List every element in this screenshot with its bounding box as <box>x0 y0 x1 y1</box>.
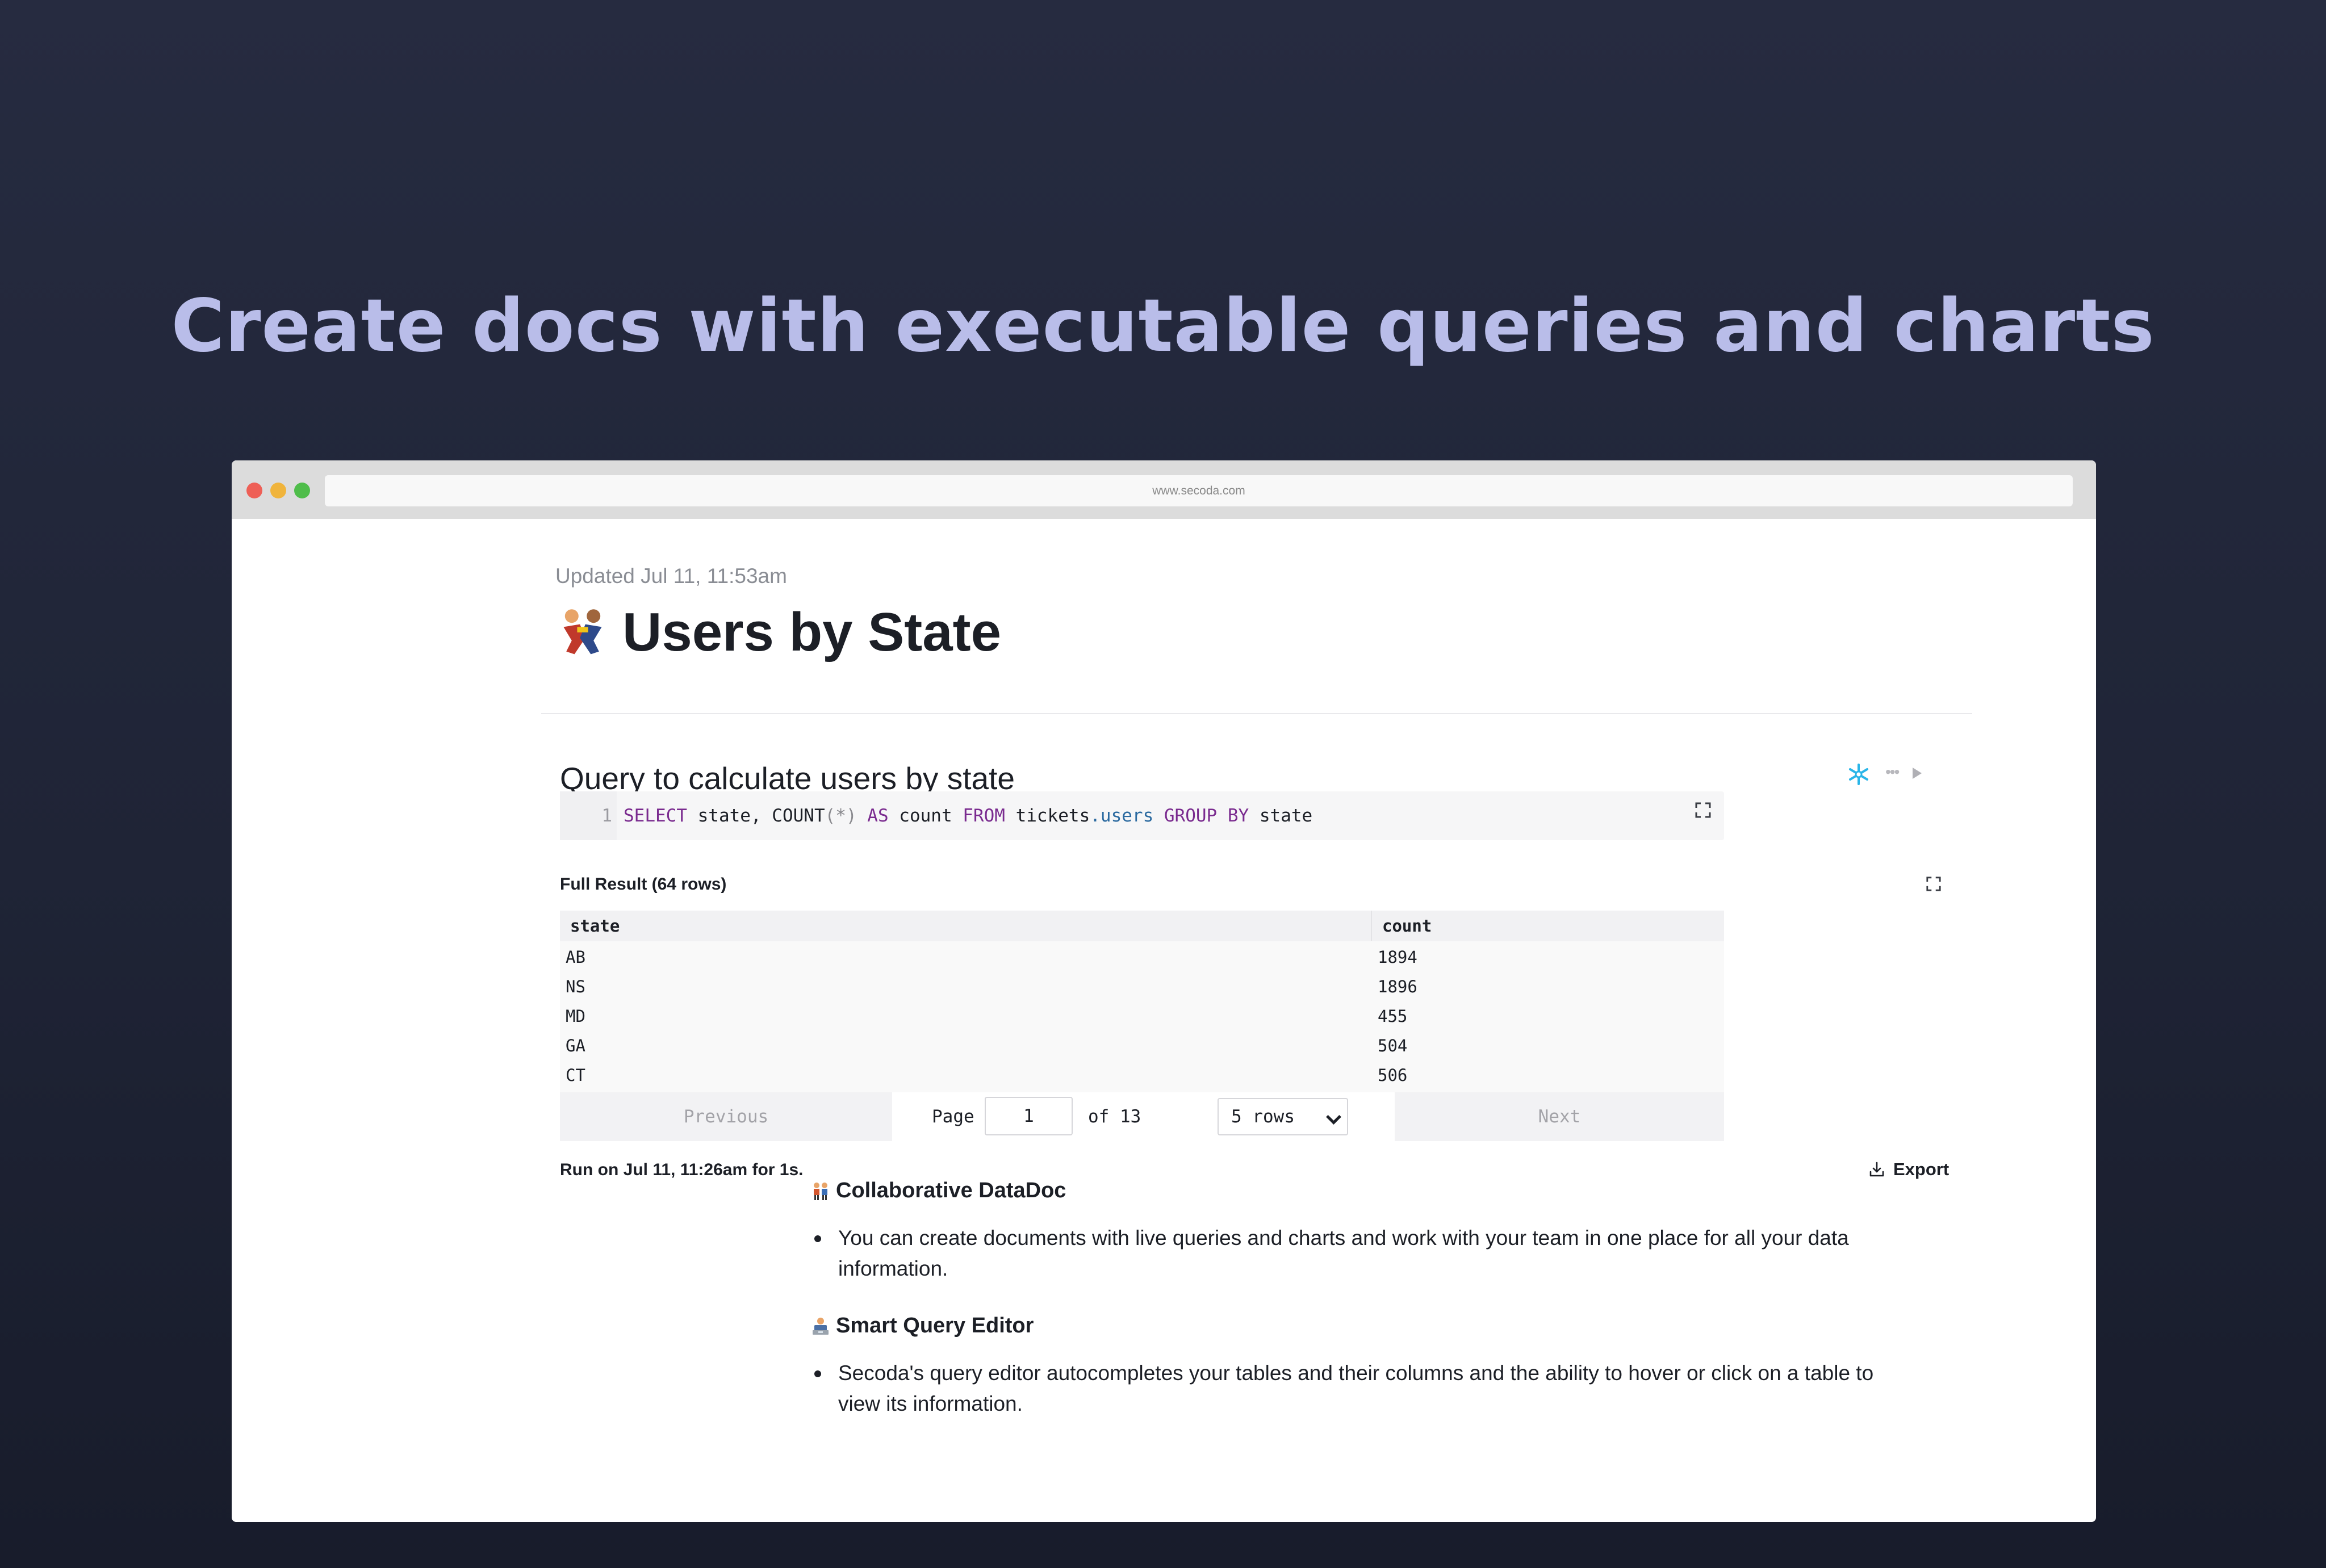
column-divider[interactable] <box>1371 911 1372 941</box>
rows-per-page-select[interactable]: 5 rows <box>1218 1098 1348 1135</box>
people-emoji-icon <box>814 1182 827 1200</box>
expand-results-icon[interactable] <box>1926 876 1942 892</box>
section-heading[interactable]: Smart Query Editor <box>811 1314 1034 1338</box>
sql-token: count <box>888 806 952 826</box>
cell-state: GA <box>566 1036 585 1055</box>
table-row: NS 1896 <box>560 972 1724 1001</box>
sql-editor[interactable]: 1 SELECT state, COUNT(*) AS count FROM t… <box>560 791 1724 840</box>
address-bar[interactable]: www.secoda.com <box>325 475 2073 506</box>
next-page-button[interactable]: Next <box>1395 1092 1724 1141</box>
pagination: Previous Page 1 of 13 5 rows Next <box>560 1092 1724 1141</box>
column-header-state[interactable]: state <box>570 911 620 941</box>
page-label: Page <box>932 1106 974 1127</box>
doc-content: Updated Jul 11, 11:53am Users by State Q… <box>232 519 2096 1522</box>
sql-token: FROM <box>952 806 1005 826</box>
expand-editor-icon[interactable] <box>1695 802 1712 819</box>
updated-timestamp: Updated Jul 11, 11:53am <box>555 564 787 588</box>
hero-headline: Create docs with executable queries and … <box>171 284 2155 368</box>
browser-titlebar: www.secoda.com <box>232 460 2096 519</box>
cell-count: 504 <box>1378 1036 1408 1055</box>
export-label: Export <box>1893 1159 1950 1179</box>
section-heading-text: Smart Query Editor <box>836 1314 1034 1338</box>
sql-token: GROUP BY <box>1153 806 1249 826</box>
technologist-emoji-icon <box>813 1317 829 1335</box>
page-title: Users by State <box>555 598 1001 666</box>
table-row: MD 455 <box>560 1001 1724 1031</box>
maximize-window-icon[interactable] <box>294 483 310 498</box>
cell-count: 1896 <box>1378 977 1417 996</box>
table-row: GA 504 <box>560 1031 1724 1060</box>
minimize-window-icon[interactable] <box>270 483 286 498</box>
section-heading-text: Collaborative DataDoc <box>836 1179 1066 1202</box>
section-heading[interactable]: Collaborative DataDoc <box>811 1179 1066 1203</box>
cell-count: 1894 <box>1378 947 1417 967</box>
cell-state: AB <box>566 947 585 967</box>
browser-window: www.secoda.com Updated Jul 11, 11:53am U… <box>232 460 2096 1522</box>
download-icon <box>1869 1162 1884 1177</box>
cell-count: 455 <box>1378 1007 1408 1026</box>
sql-token: AS <box>856 806 889 826</box>
table-row: CT 506 <box>560 1060 1724 1090</box>
wrestlers-emoji-icon <box>563 609 602 655</box>
results-table: state count AB 1894 NS 1896 MD 455 GA 50… <box>560 911 1724 1092</box>
chevron-down-icon <box>1326 1109 1341 1125</box>
sql-token: (*) <box>825 806 857 826</box>
list-item[interactable]: You can create documents with live queri… <box>814 1223 1906 1284</box>
column-header-count[interactable]: count <box>1382 911 1432 941</box>
previous-page-button[interactable]: Previous <box>560 1092 892 1141</box>
cell-count: 506 <box>1378 1066 1408 1085</box>
run-info: Run on Jul 11, 11:26am for 1s. <box>560 1160 804 1179</box>
cell-state: NS <box>566 977 585 996</box>
more-options-icon[interactable]: ••• <box>1885 763 1900 781</box>
page-total: of 13 <box>1088 1106 1141 1127</box>
results-label: Full Result (64 rows) <box>560 875 727 894</box>
sql-token: state <box>1249 806 1313 826</box>
sql-token: tickets <box>1005 806 1090 826</box>
sql-token: state, COUNT <box>687 806 825 826</box>
sql-token: SELECT <box>624 806 687 826</box>
cell-state: CT <box>566 1066 585 1085</box>
close-window-icon[interactable] <box>246 483 262 498</box>
list-item-text: You can create documents with live queri… <box>838 1226 1849 1280</box>
sql-code-line[interactable]: SELECT state, COUNT(*) AS count FROM tic… <box>624 791 1312 840</box>
sql-token: .users <box>1090 806 1154 826</box>
export-button[interactable]: Export <box>1868 1159 1949 1180</box>
run-query-icon[interactable] <box>1913 768 1922 779</box>
title-divider <box>541 713 1972 714</box>
list-item[interactable]: Secoda's query editor autocompletes your… <box>814 1358 1906 1419</box>
bullet-icon <box>814 1370 821 1377</box>
table-header: state count <box>560 911 1724 941</box>
line-number: 1 <box>560 791 617 840</box>
bullet-icon <box>814 1235 821 1242</box>
table-row: AB 1894 <box>560 942 1724 972</box>
cell-state: MD <box>566 1007 585 1026</box>
snowflake-icon[interactable] <box>1847 763 1870 786</box>
page-number-input[interactable]: 1 <box>985 1097 1073 1135</box>
list-item-text: Secoda's query editor autocompletes your… <box>838 1361 1874 1415</box>
doc-title-text[interactable]: Users by State <box>622 598 1001 666</box>
rows-per-page-value: 5 rows <box>1231 1106 1295 1127</box>
